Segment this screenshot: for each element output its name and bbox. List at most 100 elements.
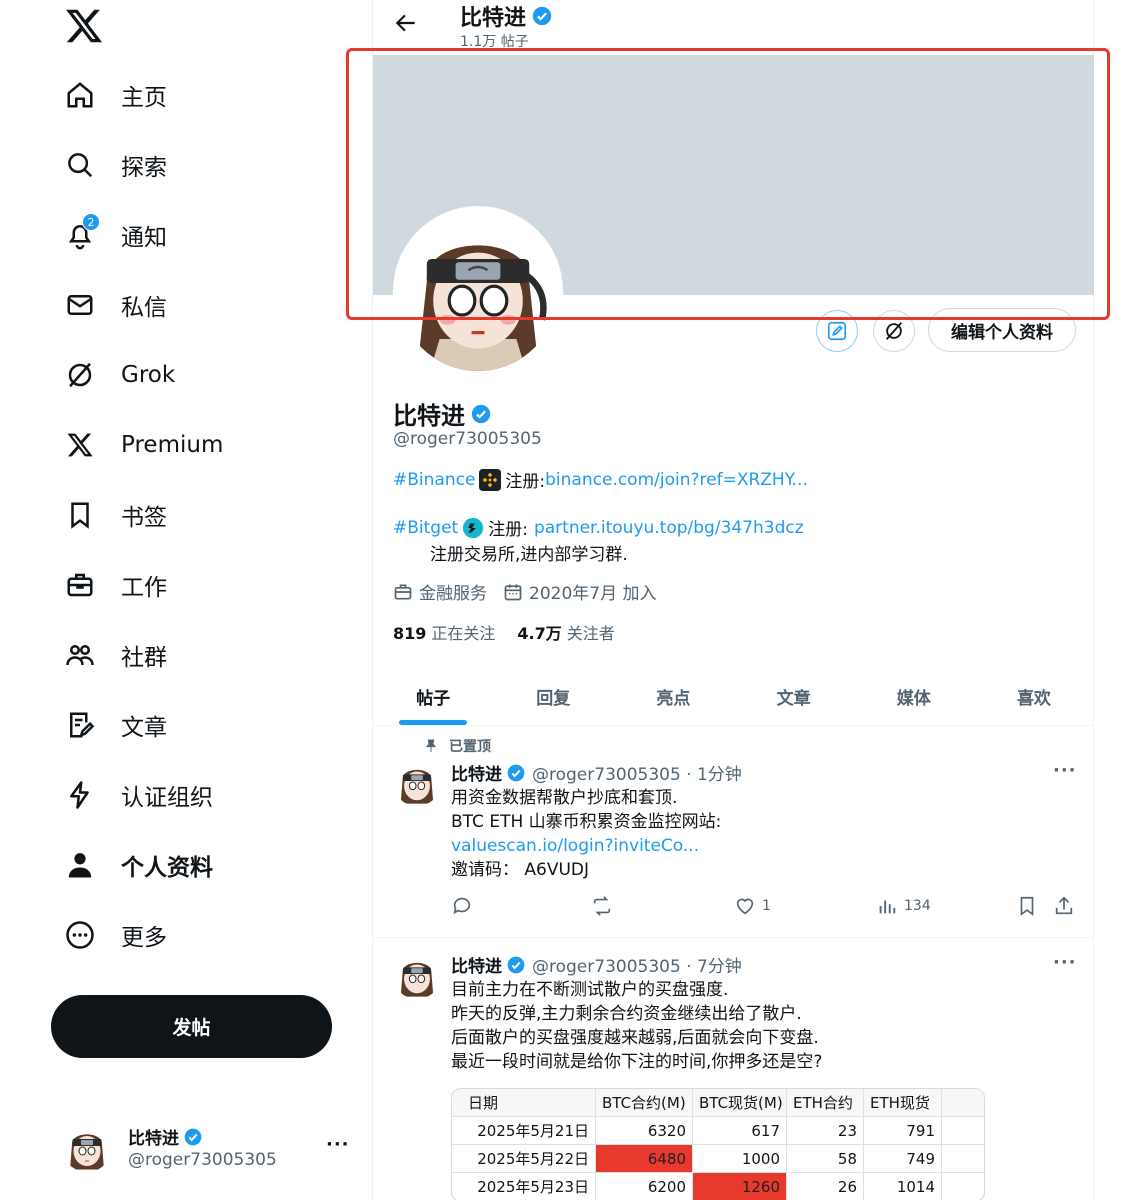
reply-icon — [453, 897, 471, 914]
binance-hashtag[interactable]: #Binance — [393, 470, 475, 490]
like-button[interactable]: 1 — [734, 895, 771, 917]
edit-profile-button[interactable]: 编辑个人资料 — [928, 308, 1076, 352]
person-icon — [62, 847, 98, 883]
bookmark-icon — [62, 497, 98, 533]
mail-icon — [62, 287, 98, 323]
edit-post-button[interactable] — [816, 310, 858, 352]
sidebar-item-premium[interactable]: Premium — [62, 420, 223, 470]
tab-highlights[interactable]: 亮点 — [613, 668, 733, 725]
x-logo-icon[interactable] — [64, 6, 104, 46]
sidebar-item-label: 探索 — [121, 155, 167, 181]
profile-name: 比特进 — [393, 396, 492, 431]
sidebar-item-jobs[interactable]: 工作 — [62, 560, 167, 610]
following-link[interactable]: 819 正在关注 — [393, 620, 495, 644]
binance-logo-icon — [479, 468, 502, 491]
sidebar-item-more[interactable]: 更多 — [62, 910, 167, 960]
joined-item: 2020年7月 加入 — [503, 579, 656, 604]
tab-articles[interactable]: 文章 — [734, 668, 854, 725]
sidebar-item-label: 工作 — [121, 575, 167, 601]
sidebar-item-profile[interactable]: 个人资料 — [62, 840, 213, 890]
tab-likes[interactable]: 喜欢 — [974, 668, 1094, 725]
back-arrow-icon[interactable] — [393, 10, 419, 36]
bio-bitget-line: #Bitget 注册: partner.itouyu.top/bg/347h3d… — [393, 515, 804, 540]
views-chart-icon — [879, 900, 896, 914]
sidebar-item-articles[interactable]: 文章 — [62, 700, 167, 750]
sidebar-item-label: Grok — [121, 362, 176, 388]
tweet-more-icon[interactable]: ··· — [1053, 760, 1077, 781]
avatar[interactable] — [393, 951, 441, 999]
share-button[interactable] — [1053, 895, 1081, 917]
x-premium-icon — [62, 427, 98, 463]
tweet-body: 目前主力在不断测试散户的买盘强度. 昨天的反弹,主力剩余合约资金继续出给了散户.… — [451, 980, 823, 1072]
avatar[interactable] — [393, 758, 441, 806]
bookmark-button[interactable] — [1016, 895, 1044, 917]
divider — [373, 937, 1094, 938]
account-name: 比特进 — [128, 1124, 203, 1149]
briefcase-icon — [394, 584, 412, 599]
account-switcher[interactable]: 比特进 @roger73005305 ··· — [62, 1118, 362, 1178]
lightning-icon — [62, 777, 98, 813]
binance-link[interactable]: binance.com/join?ref=XRZHY... — [545, 470, 808, 490]
account-more-icon[interactable]: ··· — [326, 1134, 350, 1155]
profile-meta: 金融服务 2020年7月 加入 — [393, 579, 672, 604]
tab-posts[interactable]: 帖子 — [373, 668, 493, 725]
tab-replies[interactable]: 回复 — [493, 668, 613, 725]
retweet-button[interactable] — [591, 895, 619, 917]
calendar-icon — [504, 584, 522, 600]
bitget-hashtag[interactable]: #Bitget — [393, 518, 458, 538]
tweet-author-name[interactable]: 比特进 — [451, 760, 502, 785]
sidebar-item-communities[interactable]: 社群 — [62, 630, 167, 680]
grok-icon — [62, 357, 98, 393]
search-icon — [62, 147, 98, 183]
pinned-label: 已置顶 — [423, 736, 491, 756]
verified-badge-icon — [507, 764, 525, 781]
tweet-actions: 1 134 — [451, 895, 1073, 923]
sidebar-item-bookmarks[interactable]: 书签 — [62, 490, 167, 540]
sidebar-item-home[interactable]: 主页 — [62, 70, 167, 120]
bitget-link[interactable]: partner.itouyu.top/bg/347h3dcz — [534, 518, 804, 538]
briefcase-icon — [62, 567, 98, 603]
followers-link[interactable]: 4.7万 关注者 — [517, 620, 614, 644]
table-row: 2025年5月21日 6320 617 23 791 — [452, 1117, 984, 1145]
tweet-body: 用资金数据帮散户抄底和套顶. BTC ETH 山寨币积累资金监控网站: valu… — [451, 788, 722, 880]
notification-badge: 2 — [82, 213, 100, 231]
views-button[interactable]: 134 — [876, 895, 931, 917]
follow-stats: 819 正在关注 4.7万 关注者 — [393, 620, 615, 644]
profile-handle: @roger73005305 — [393, 429, 542, 449]
grok-icon — [885, 322, 903, 340]
tab-media[interactable]: 媒体 — [854, 668, 974, 725]
bio-binance-line: #Binance 注册: binance.com/join?ref=XRZHY.… — [393, 467, 808, 492]
bitget-logo-icon — [463, 517, 484, 538]
verified-badge-icon — [184, 1128, 202, 1145]
tweet-link[interactable]: valuescan.io/login?inviteCo... — [451, 834, 721, 858]
sidebar-item-label: 个人资料 — [121, 855, 213, 881]
tweet-author-name[interactable]: 比特进 — [451, 952, 502, 977]
tweet-more-icon[interactable]: ··· — [1053, 952, 1077, 973]
sidebar-item-notifications[interactable]: 2 通知 — [62, 210, 167, 260]
grok-button[interactable] — [873, 310, 915, 352]
compose-icon — [827, 321, 847, 341]
heart-icon — [736, 898, 754, 915]
reply-button[interactable] — [451, 895, 479, 917]
post-button[interactable]: 发帖 — [51, 995, 332, 1058]
profile-tabs: 帖子 回复 亮点 文章 媒体 喜欢 — [373, 668, 1094, 726]
sidebar-item-verified-orgs[interactable]: 认证组织 — [62, 770, 213, 820]
tweet-image-table[interactable]: 日期 BTC合约(M) BTC现货(M) ETH合约 ETH现货 2025年5月… — [451, 1088, 985, 1200]
bio-text: 注册: — [488, 520, 528, 540]
header-post-count: 1.1万 帖子 — [460, 34, 529, 50]
sidebar-item-messages[interactable]: 私信 — [62, 280, 167, 330]
profile-avatar[interactable] — [393, 206, 563, 376]
home-icon — [62, 77, 98, 113]
account-handle: @roger73005305 — [128, 1150, 277, 1170]
tweet-header: 比特进 @roger73005305 · 7分钟 — [451, 952, 742, 977]
sidebar-item-explore[interactable]: 探索 — [62, 140, 167, 190]
sidebar-item-grok[interactable]: Grok — [62, 350, 175, 400]
tweet-handle-time[interactable]: @roger73005305 · 7分钟 — [532, 952, 742, 977]
tweet-handle-time[interactable]: @roger73005305 · 1分钟 — [532, 760, 742, 785]
header-title: 比特进 — [460, 0, 553, 32]
sidebar-item-label: 更多 — [121, 925, 167, 951]
category-item: 金融服务 — [393, 579, 487, 604]
sidebar-item-label: 私信 — [121, 295, 167, 321]
bell-icon: 2 — [62, 213, 100, 253]
tweet-header: 比特进 @roger73005305 · 1分钟 — [451, 760, 742, 785]
